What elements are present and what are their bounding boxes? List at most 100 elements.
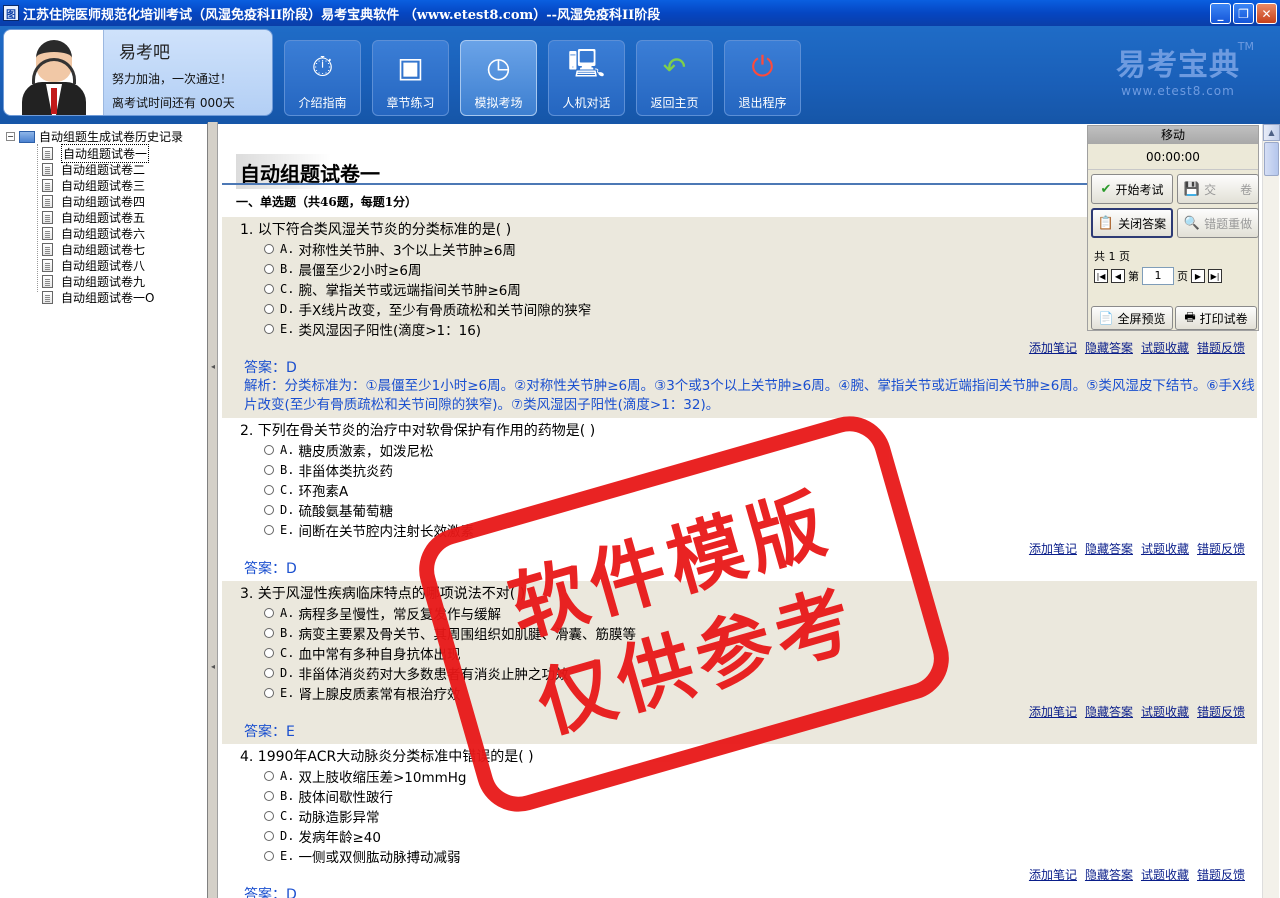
prev-page-icon[interactable]: ◀ — [1111, 269, 1125, 283]
tree-item[interactable]: 自动组题试卷三 — [42, 177, 154, 193]
window-controls: _ ❐ ✕ — [1210, 3, 1277, 24]
collapse-icon[interactable]: − — [6, 132, 15, 141]
favorite-question-link[interactable]: 试题收藏 — [1141, 705, 1189, 719]
hide-answer-link[interactable]: 隐藏答案 — [1085, 341, 1133, 355]
radio-button[interactable] — [264, 668, 274, 678]
error-feedback-link[interactable]: 错题反馈 — [1197, 868, 1245, 882]
panel-splitter[interactable]: ◂ ◂ — [208, 122, 218, 898]
tree-root[interactable]: − 自动组题生成试卷历史记录 — [6, 128, 183, 145]
close-answer-button[interactable]: 📋 关闭答案 — [1091, 208, 1173, 238]
radio-button[interactable] — [264, 244, 274, 254]
answer-option[interactable]: C. 动脉造影异常 — [222, 806, 1257, 826]
radio-button[interactable] — [264, 465, 274, 475]
radio-button[interactable] — [264, 284, 274, 294]
vertical-scrollbar[interactable]: ▲ — [1262, 124, 1280, 898]
magnifier-icon: 🔍 — [1183, 215, 1201, 231]
app-icon[interactable]: 图 — [3, 5, 19, 21]
tree-item-label: 自动组题试卷六 — [61, 226, 146, 241]
tree-item[interactable]: 自动组题试卷七 — [42, 241, 154, 257]
answer-option[interactable]: E. 一侧或双侧肱动脉搏动减弱 — [222, 846, 1257, 866]
hide-answer-link[interactable]: 隐藏答案 — [1085, 705, 1133, 719]
close-button[interactable]: ✕ — [1256, 3, 1277, 24]
preview-icon: 📄 — [1098, 311, 1114, 325]
radio-button[interactable] — [264, 264, 274, 274]
add-note-link[interactable]: 添加笔记 — [1029, 868, 1077, 882]
tree-item[interactable]: 自动组题试卷五 — [42, 209, 154, 225]
splitter-arrow-icon: ◂ — [211, 662, 216, 671]
radio-button[interactable] — [264, 771, 274, 781]
favorite-question-link[interactable]: 试题收藏 — [1141, 341, 1189, 355]
nav-home[interactable]: ↶ 返回主页 — [636, 40, 713, 116]
radio-button[interactable] — [264, 324, 274, 334]
add-note-link[interactable]: 添加笔记 — [1029, 542, 1077, 556]
nav-chapter-practice[interactable]: ▣ 章节练习 — [372, 40, 449, 116]
print-paper-button[interactable]: 🖶 打印试卷 — [1175, 306, 1257, 330]
exam-control-panel: 移动 00:00:00 ✔ 开始考试 💾 交 卷 📋 关闭答案 🔍 错题重做 共… — [1087, 125, 1259, 331]
answer-text: 答案：D — [244, 887, 297, 898]
radio-button[interactable] — [264, 304, 274, 314]
start-exam-button[interactable]: ✔ 开始考试 — [1091, 174, 1173, 204]
radio-button[interactable] — [264, 505, 274, 515]
answer-option[interactable]: B. 肢体间歇性跛行 — [222, 786, 1257, 806]
document-icon — [42, 146, 53, 160]
power-icon: ⏻ — [751, 50, 774, 83]
nav-dialogue[interactable]: 🖳 人机对话 — [548, 40, 625, 116]
add-note-link[interactable]: 添加笔记 — [1029, 341, 1077, 355]
radio-button[interactable] — [264, 831, 274, 841]
answer-option[interactable]: D. 发病年龄≥40 — [222, 826, 1257, 846]
folder-icon — [19, 130, 35, 143]
nav-intro-guide[interactable]: ⏱ 介绍指南 — [284, 40, 361, 116]
tree-item[interactable]: 自动组题试卷一O — [42, 289, 154, 305]
radio-button[interactable] — [264, 851, 274, 861]
radio-button[interactable] — [264, 648, 274, 658]
restore-button[interactable]: ❐ — [1233, 3, 1254, 24]
brand-logo: 易考宝典 TM www.etest8.com — [1116, 40, 1254, 98]
add-note-link[interactable]: 添加笔记 — [1029, 705, 1077, 719]
favorite-question-link[interactable]: 试题收藏 — [1141, 868, 1189, 882]
radio-button[interactable] — [264, 445, 274, 455]
radio-button[interactable] — [264, 811, 274, 821]
nav-mock-exam[interactable]: ◷ 模拟考场 — [460, 40, 537, 116]
tree-item[interactable]: 自动组题试卷九 — [42, 273, 154, 289]
radio-button[interactable] — [264, 791, 274, 801]
document-icon — [42, 162, 53, 176]
error-feedback-link[interactable]: 错题反馈 — [1197, 705, 1245, 719]
tree-item[interactable]: 自动组题试卷八 — [42, 257, 154, 273]
header: 易考吧 努力加油，一次通过！ 离考试时间还有 000天 ⏱ 介绍指南 ▣ 章节练… — [0, 26, 1280, 122]
redo-wrong-button[interactable]: 🔍 错题重做 — [1177, 208, 1259, 238]
hide-answer-link[interactable]: 隐藏答案 — [1085, 868, 1133, 882]
radio-button[interactable] — [264, 608, 274, 618]
first-page-icon[interactable]: |◀ — [1094, 269, 1108, 283]
tree-item[interactable]: 自动组题试卷一 — [42, 143, 154, 163]
tree-item-label: 自动组题试卷五 — [61, 210, 146, 225]
radio-button[interactable] — [264, 485, 274, 495]
splitter-arrow-icon: ◂ — [211, 362, 216, 371]
scroll-thumb[interactable] — [1264, 142, 1279, 176]
tree-item[interactable]: 自动组题试卷六 — [42, 225, 154, 241]
radio-button[interactable] — [264, 688, 274, 698]
error-feedback-link[interactable]: 错题反馈 — [1197, 542, 1245, 556]
submit-button[interactable]: 💾 交 卷 — [1177, 174, 1259, 204]
tree-item[interactable]: 自动组题试卷四 — [42, 193, 154, 209]
radio-button[interactable] — [264, 628, 274, 638]
tree-item-label: 自动组题试卷一O — [61, 290, 155, 305]
error-feedback-link[interactable]: 错题反馈 — [1197, 341, 1245, 355]
nav-exit[interactable]: ⏻ 退出程序 — [724, 40, 801, 116]
page-input[interactable]: 1 — [1142, 267, 1174, 285]
profile-name: 易考吧 — [119, 43, 170, 63]
next-page-icon[interactable]: ▶ — [1191, 269, 1205, 283]
question-block: 4. 1990年ACR大动脉炎分类标准中错误的是( ) A. 双上肢收缩压差>10m… — [222, 744, 1257, 898]
document-icon — [42, 258, 53, 272]
favorite-question-link[interactable]: 试题收藏 — [1141, 542, 1189, 556]
last-page-icon[interactable]: ▶| — [1208, 269, 1222, 283]
answer-option[interactable]: A. 双上肢收缩压差>10mmHg — [222, 766, 1257, 786]
minimize-button[interactable]: _ — [1210, 3, 1231, 24]
hide-answer-link[interactable]: 隐藏答案 — [1085, 542, 1133, 556]
avatar — [4, 30, 104, 115]
radio-button[interactable] — [264, 525, 274, 535]
tree-item[interactable]: 自动组题试卷二 — [42, 161, 154, 177]
scroll-up-icon[interactable]: ▲ — [1263, 124, 1280, 141]
move-handle[interactable]: 移动 — [1088, 126, 1258, 144]
fullscreen-preview-button[interactable]: 📄 全屏预览 — [1091, 306, 1173, 330]
nav-label: 返回主页 — [650, 96, 699, 110]
